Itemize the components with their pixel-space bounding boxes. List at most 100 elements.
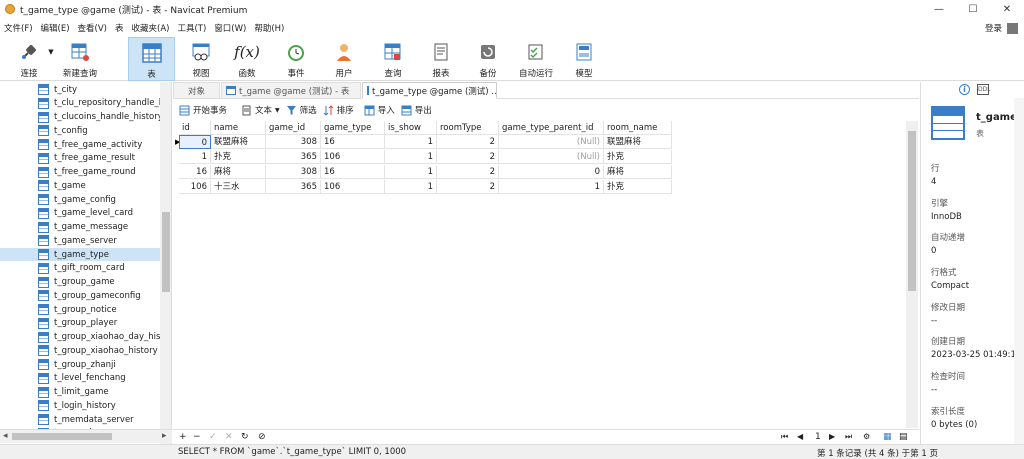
user-tool-button[interactable]: 用户 (329, 37, 359, 81)
maximize-button[interactable]: ☐ (956, 0, 990, 18)
table-cell[interactable]: 联盟麻将 (604, 135, 672, 149)
column-header-roomType[interactable]: roomType (437, 121, 499, 135)
menu-favorites[interactable]: 收藏夹(A) (128, 22, 174, 34)
refresh-button[interactable]: ↻ (241, 430, 249, 444)
sidebar-item-t-game-type[interactable]: t_game_type (0, 248, 160, 261)
info-icon[interactable]: i (959, 84, 970, 95)
grid-vertical-scrollbar[interactable] (906, 121, 918, 428)
table-row[interactable]: 16 麻将 308 16 1 2 0 麻将 (173, 165, 673, 179)
table-cell[interactable]: 1 (385, 165, 437, 179)
tree-vertical-scrollbar[interactable] (160, 82, 171, 444)
menu-view[interactable]: 查看(V) (74, 22, 111, 34)
begin-transaction-button[interactable]: 开始事务 (179, 104, 227, 116)
table-cell[interactable]: 联盟麻将 (211, 135, 266, 149)
sidebar-item-t-group-game[interactable]: t_group_game (38, 276, 115, 289)
table-cell[interactable]: 106 (321, 150, 385, 164)
table-cell[interactable]: 308 (266, 135, 321, 149)
stop-button[interactable]: ⊘ (258, 430, 266, 444)
tab-t-game[interactable]: t_game @game (测试) - 表 (221, 82, 361, 99)
table-cell[interactable]: 扑克 (604, 150, 672, 164)
backup-tool-button[interactable]: 备份 (473, 37, 503, 81)
sidebar-item-t-game-server[interactable]: t_game_server (38, 234, 117, 247)
menu-tools[interactable]: 工具(T) (173, 22, 210, 34)
scroll-right-icon[interactable]: ▸ (162, 431, 167, 441)
table-cell[interactable]: 麻将 (211, 165, 266, 179)
model-tool-button[interactable]: 模型 (569, 37, 599, 81)
table-cell[interactable]: 365 (266, 180, 321, 194)
sidebar-item-t-group-xiaohao-history[interactable]: t_group_xiaohao_history (38, 344, 158, 357)
scroll-left-icon[interactable]: ◂ (3, 431, 8, 441)
table-cell[interactable]: 扑克 (211, 150, 266, 164)
table-row[interactable]: ▶ 0 联盟麻将 308 16 1 2 (Null) 联盟麻将 (173, 135, 673, 149)
sidebar-item-t-memdata-server[interactable]: t_memdata_server (38, 413, 134, 426)
sidebar-item-t-gift-room-card[interactable]: t_gift_room_card (38, 262, 125, 275)
table-cell[interactable]: 2 (437, 135, 499, 149)
menu-file[interactable]: 文件(F) (0, 22, 37, 34)
table-cell[interactable]: 16 (321, 135, 385, 149)
table-cell[interactable]: 106 (179, 180, 211, 194)
column-header-game-type-parent-id[interactable]: game_type_parent_id (499, 121, 604, 135)
table-cell[interactable]: 16 (179, 165, 211, 179)
table-cell[interactable]: 1 (179, 150, 211, 164)
table-cell[interactable]: 308 (266, 165, 321, 179)
sidebar-item-t-limit-game[interactable]: t_limit_game (38, 386, 109, 399)
menu-window[interactable]: 窗口(W) (210, 22, 250, 34)
function-tool-button[interactable]: f(x) 函数 (232, 37, 262, 81)
page-number[interactable]: 1 (815, 430, 821, 444)
sidebar-item-t-game-message[interactable]: t_game_message (38, 221, 128, 234)
table-cell[interactable]: (Null) (499, 135, 604, 149)
sidebar-item-t-free-game-activity[interactable]: t_free_game_activity (38, 138, 142, 151)
close-button[interactable]: ✕ (990, 0, 1024, 18)
column-header-id[interactable]: id (179, 121, 211, 135)
account-icon[interactable] (1007, 22, 1018, 34)
table-cell[interactable]: 麻将 (604, 165, 672, 179)
column-header-game-type[interactable]: game_type (321, 121, 385, 135)
menu-help[interactable]: 帮助(H) (250, 22, 288, 34)
tree-horizontal-scrollbar[interactable]: ◂ ▸ (0, 429, 172, 443)
filter-button[interactable]: 筛选 (286, 104, 317, 116)
table-cell[interactable]: 十三水 (211, 180, 266, 194)
sidebar-item-t-group-player[interactable]: t_group_player (38, 317, 117, 330)
previous-page-icon[interactable]: ◀ (797, 430, 803, 444)
sidebar-item-t-game[interactable]: t_game (38, 179, 86, 192)
table-row[interactable]: 1 扑克 365 106 1 2 (Null) 扑克 (173, 150, 673, 164)
table-cell[interactable]: 1 (499, 180, 604, 194)
table-cell[interactable]: 365 (266, 150, 321, 164)
delete-record-button[interactable]: − (193, 430, 201, 444)
table-cell[interactable]: 2 (437, 150, 499, 164)
info-vertical-scrollbar[interactable] (1014, 98, 1024, 444)
sidebar-item-t-game-level-card[interactable]: t_game_level_card (38, 207, 133, 220)
table-cell[interactable]: 1 (385, 135, 437, 149)
table-cell[interactable]: 16 (321, 165, 385, 179)
sidebar-item-t-clu-repository-handle-his[interactable]: t_clu_repository_handle_his (38, 97, 171, 110)
scroll-thumb[interactable] (162, 212, 170, 292)
apply-changes-button[interactable]: ✓ (209, 430, 217, 444)
sidebar-item-t-login-history[interactable]: t_login_history (38, 399, 116, 412)
import-button[interactable]: 导入 (364, 104, 395, 116)
table-cell[interactable]: 1 (385, 180, 437, 194)
table-cell[interactable]: 2 (437, 165, 499, 179)
tab-objects[interactable]: 对象 (173, 82, 220, 99)
sidebar-item-t-group-gameconfig[interactable]: t_group_gameconfig (38, 289, 141, 302)
sidebar-item-t-group-zhanji[interactable]: t_group_zhanji (38, 358, 116, 371)
sidebar-item-t-free-game-round[interactable]: t_free_game_round (38, 166, 136, 179)
grid-view-icon[interactable]: ▦ (883, 430, 892, 444)
first-page-icon[interactable]: ⏮ (781, 430, 788, 444)
sidebar-item-t-city[interactable]: t_city (38, 83, 77, 96)
report-tool-button[interactable]: 报表 (426, 37, 456, 81)
new-query-button[interactable]: 新建查询 (60, 37, 100, 81)
sidebar-item-t-game-config[interactable]: t_game_config (38, 193, 116, 206)
form-view-icon[interactable]: ▤ (899, 430, 908, 444)
table-cell[interactable]: (Null) (499, 150, 604, 164)
export-button[interactable]: 导出 (401, 104, 432, 116)
table-row[interactable]: 106 十三水 365 106 1 2 1 扑克 (173, 180, 673, 194)
column-header-room-name[interactable]: room_name (604, 121, 672, 135)
query-tool-button[interactable]: 查询 (378, 37, 408, 81)
column-header-game-id[interactable]: game_id (266, 121, 321, 135)
scroll-thumb[interactable] (908, 131, 916, 291)
column-header-name[interactable]: name (211, 121, 266, 135)
table-cell[interactable]: 0 (499, 165, 604, 179)
table-cell[interactable]: 2 (437, 180, 499, 194)
sidebar-item-t-level-fenchang[interactable]: t_level_fenchang (38, 372, 126, 385)
menu-edit[interactable]: 编辑(E) (37, 22, 74, 34)
